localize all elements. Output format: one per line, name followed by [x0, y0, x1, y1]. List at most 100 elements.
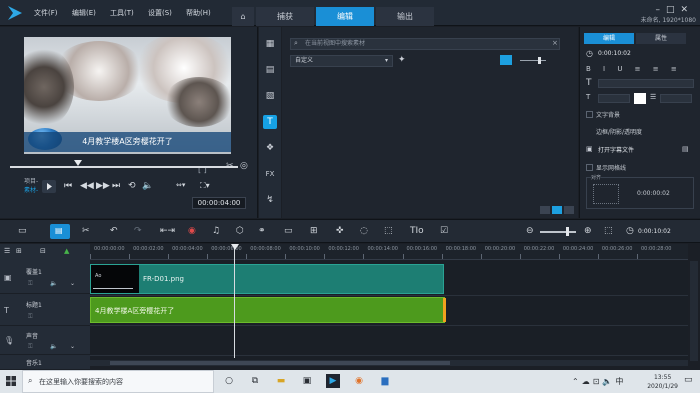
grid-lines-checkbox[interactable]	[586, 164, 593, 171]
notification-icon[interactable]: ▭	[684, 375, 693, 385]
zoom-in-icon[interactable]: ⊕	[584, 226, 592, 236]
thumbnail-size-knob[interactable]	[538, 57, 541, 64]
timeline-scroll-thumb[interactable]	[110, 361, 450, 365]
crop-icon[interactable]: ⬚	[384, 226, 393, 236]
fx-filter-icon[interactable]: FX	[263, 167, 277, 181]
lock-icon[interactable]: ⚿	[28, 313, 33, 321]
add-favorite-icon[interactable]: ✦	[398, 55, 406, 65]
rotate-time[interactable]: 0:00:00:02	[637, 190, 670, 197]
volume-icon[interactable]: 🔈	[142, 181, 153, 191]
aspect-icon[interactable]: ⛶▾	[200, 181, 210, 191]
all-tracks-icon[interactable]: ⊟	[40, 247, 46, 255]
mute-icon[interactable]: 🔈	[50, 343, 57, 350]
record-icon[interactable]: ◉	[188, 226, 196, 236]
lock-icon[interactable]: ⚿	[28, 343, 33, 351]
end-icon[interactable]: ⏭	[112, 181, 120, 191]
media-library-icon[interactable]: ▦	[263, 37, 277, 51]
app-blue-icon[interactable]: ▆	[378, 374, 392, 388]
maximize-icon[interactable]: □	[666, 5, 681, 15]
timecode-display[interactable]: 00:00:04:00	[192, 197, 246, 209]
path-icon[interactable]: ↯	[263, 193, 277, 207]
menu-file[interactable]: 文件(F)	[34, 8, 58, 18]
mask-icon[interactable]: ✜	[336, 226, 344, 236]
expand-icon[interactable]: ⌄	[70, 280, 75, 287]
motion-track-icon[interactable]: ⬡	[236, 226, 244, 236]
timeline-duration[interactable]: 0:00:10:02	[638, 228, 671, 235]
save-subtitle-icon[interactable]: ▤	[682, 145, 689, 153]
font-size-input[interactable]	[598, 94, 630, 103]
minimize-icon[interactable]: –	[655, 5, 666, 15]
tab-share[interactable]: 输出	[376, 7, 434, 26]
video-clip[interactable]: Ao FR-D01.png	[90, 264, 444, 294]
next-frame-icon[interactable]: ▶▶	[96, 181, 110, 191]
ripple-icon[interactable]: ▲	[64, 247, 69, 255]
task-view-icon[interactable]: ⧉	[248, 374, 262, 388]
font-color-swatch[interactable]	[634, 93, 646, 104]
auto-music-icon[interactable]: ♫	[212, 226, 220, 236]
border-shadow-label[interactable]: 边框/阴影/透明度	[596, 127, 642, 136]
instant-project-icon[interactable]: ▤	[263, 63, 277, 77]
clip-mode-label[interactable]: 素材-	[24, 185, 38, 194]
undo-icon[interactable]: ↶	[110, 226, 118, 236]
tab-capture[interactable]: 捕获	[256, 7, 314, 26]
font-name-input[interactable]	[598, 79, 694, 88]
zoom-knob[interactable]	[566, 227, 569, 236]
scrub-handle[interactable]	[74, 160, 82, 166]
thumbnail-size-slider[interactable]	[520, 60, 546, 61]
text-background-checkbox[interactable]	[586, 111, 593, 118]
close-icon[interactable]: ✕	[680, 5, 694, 15]
title-clip[interactable]: 4月教学楼A区旁樱花开了	[90, 297, 446, 323]
chapter-icon[interactable]: ⊞	[16, 247, 22, 255]
system-tray[interactable]: ⌃☁⊡🔈中	[572, 376, 626, 387]
timeline-view-button[interactable]: ▤	[50, 224, 70, 239]
store-icon[interactable]: ▣	[300, 374, 314, 388]
title-icon[interactable]: T	[263, 115, 277, 129]
tab-attributes[interactable]: 属性	[636, 33, 686, 44]
track-manager-icon[interactable]: ☰	[4, 247, 10, 255]
title-clip-end-handle[interactable]	[443, 298, 446, 322]
storyboard-view-icon[interactable]: ▭	[18, 226, 27, 236]
text-tool-icon[interactable]: TIo	[410, 226, 424, 236]
project-mode-label[interactable]: 项目-	[24, 176, 38, 185]
taskbar-search-input[interactable]: 在这里输入你要搜索的内容	[22, 370, 214, 393]
menu-help[interactable]: 帮助(H)	[186, 8, 211, 18]
options-icon[interactable]	[564, 206, 574, 214]
line-spacing-icon[interactable]: ☰	[650, 93, 656, 101]
menu-tools[interactable]: 工具(T)	[110, 8, 134, 18]
snapshot-icon[interactable]: ◎	[240, 161, 248, 171]
mute-icon[interactable]: 🔈	[50, 280, 57, 287]
tools-icon[interactable]: ✂	[82, 226, 90, 236]
prev-frame-icon[interactable]: ◀◀	[80, 181, 94, 191]
multicam-icon[interactable]: ⚭	[258, 226, 266, 236]
expand-icon[interactable]: ⌄	[70, 343, 75, 350]
video-editor-taskbar-icon[interactable]: ▶	[326, 374, 340, 388]
tab-edit-options[interactable]: 编辑	[584, 33, 634, 44]
resolution-select-icon[interactable]: ⇔▾	[176, 181, 185, 189]
transition-icon[interactable]: ▧	[263, 89, 277, 103]
taskbar-clock[interactable]: 13:55 2020/1/29	[647, 373, 678, 391]
start-button[interactable]	[0, 370, 22, 393]
scrub-bar[interactable]	[10, 166, 238, 168]
lock-icon[interactable]: ⚿	[28, 280, 33, 288]
play-button[interactable]	[42, 180, 56, 193]
fit-project-icon[interactable]: ⬚	[604, 226, 613, 236]
duration-value[interactable]: 0:00:10:02	[598, 50, 631, 57]
playhead-handle[interactable]	[231, 244, 239, 250]
clear-search-icon[interactable]: ×	[552, 39, 558, 47]
align-grid[interactable]	[593, 184, 619, 204]
grid-view-icon[interactable]	[552, 206, 562, 214]
tab-edit[interactable]: 编辑	[316, 7, 374, 26]
repeat-icon[interactable]: ⟲	[128, 181, 136, 191]
file-explorer-icon[interactable]: ▬	[274, 374, 288, 388]
text-format-buttons[interactable]: B I U ≡ ≡ ≡	[586, 65, 682, 73]
menu-edit[interactable]: 编辑(E)	[72, 8, 96, 18]
category-dropdown[interactable]: 自定义 ▾	[290, 55, 393, 67]
library-search-input[interactable]: 在当前视图中搜索素材	[290, 38, 560, 50]
open-subtitle-button[interactable]: 打开字幕文件	[598, 145, 634, 154]
zoom-out-icon[interactable]: ⊖	[526, 226, 534, 236]
graphics-icon[interactable]: ❖	[263, 141, 277, 155]
redo-icon[interactable]: ↷	[134, 226, 142, 236]
app-orange-icon[interactable]: ◉	[352, 374, 366, 388]
speed-icon[interactable]: ◌	[360, 226, 368, 236]
split-screen-icon[interactable]: ⊞	[310, 226, 318, 236]
